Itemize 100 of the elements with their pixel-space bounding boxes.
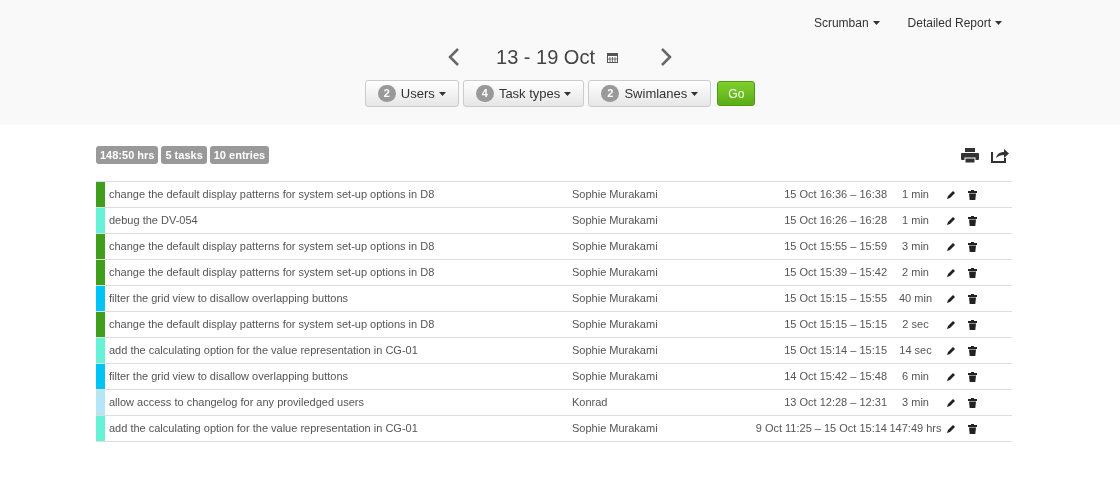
user-name: Sophie Murakami xyxy=(572,291,659,307)
duration: 3 min xyxy=(901,395,930,411)
trash-icon xyxy=(968,423,977,434)
edit-button[interactable] xyxy=(947,424,956,433)
summary-badge: 10 entries xyxy=(209,146,270,164)
caret-icon xyxy=(872,21,880,25)
pencil-icon xyxy=(947,424,956,433)
edit-button[interactable] xyxy=(947,346,956,355)
delete-button[interactable] xyxy=(968,397,977,408)
duration: 14 sec xyxy=(898,343,933,359)
edit-button[interactable] xyxy=(947,242,956,251)
task-name: change the default display patterns for system set-up options in D8 xyxy=(109,317,436,333)
summary-badge: 148:50 hrs xyxy=(96,146,159,164)
task-name: change the default display patterns for system set-up options in D8 xyxy=(109,265,436,281)
caret-icon xyxy=(438,91,446,96)
user-name: Sophie Murakami xyxy=(572,187,659,203)
duration: 40 min xyxy=(898,291,933,307)
time-range: 13 Oct 12:28 – 12:31 xyxy=(783,395,887,411)
print-button[interactable] xyxy=(961,147,979,163)
printer-icon xyxy=(961,147,979,163)
menu-dropdown[interactable]: Scrumban xyxy=(813,14,880,32)
caret-icon xyxy=(691,91,699,96)
user-name: Sophie Murakami xyxy=(572,213,659,229)
trash-icon xyxy=(968,293,977,304)
edit-button[interactable] xyxy=(947,294,956,303)
time-range: 15 Oct 15:55 – 15:59 xyxy=(783,239,887,255)
pencil-icon xyxy=(947,190,956,199)
pencil-icon xyxy=(947,398,956,407)
user-name: Sophie Murakami xyxy=(572,369,659,385)
edit-button[interactable] xyxy=(947,190,956,199)
edit-button[interactable] xyxy=(947,320,956,329)
caret-icon xyxy=(995,21,1002,25)
time-range: 15 Oct 16:36 – 16:38 xyxy=(783,187,887,203)
time-range: 15 Oct 16:26 – 16:28 xyxy=(783,213,887,229)
edit-button[interactable] xyxy=(947,216,956,225)
calendar-button[interactable] xyxy=(606,51,618,63)
filter-dropdown[interactable]: 2 Swimlanes xyxy=(588,80,712,107)
user-name: Sophie Murakami xyxy=(572,265,659,281)
share-icon xyxy=(991,147,1010,163)
duration: 2 min xyxy=(901,265,930,281)
trash-icon xyxy=(968,345,977,356)
date-range: 13 - 19 Oct xyxy=(496,45,595,70)
edit-button[interactable] xyxy=(947,268,956,277)
time-range: 15 Oct 15:39 – 15:42 xyxy=(783,265,887,281)
menu-dropdown[interactable]: Detailed Report xyxy=(907,14,1002,32)
task-name: add the calculating option for the value representation in CG-01 xyxy=(109,421,419,437)
task-name: allow access to changelog for any proviledged users xyxy=(109,395,365,411)
duration: 1 min xyxy=(901,213,930,229)
delete-button[interactable] xyxy=(968,241,977,252)
delete-button[interactable] xyxy=(968,423,977,434)
count-badge: 4 xyxy=(475,85,494,102)
trash-icon xyxy=(968,397,977,408)
trash-icon xyxy=(968,319,977,330)
delete-button[interactable] xyxy=(968,319,977,330)
task-name: change the default display patterns for system set-up options in D8 xyxy=(109,239,436,255)
pencil-icon xyxy=(947,268,956,277)
time-range: 14 Oct 15:42 – 15:48 xyxy=(783,369,887,385)
edit-button[interactable] xyxy=(947,372,956,381)
delete-button[interactable] xyxy=(968,267,977,278)
pencil-icon xyxy=(947,294,956,303)
filter-dropdown[interactable]: 2 Users xyxy=(364,80,459,107)
count-badge: 2 xyxy=(377,85,396,102)
chevron-right-icon xyxy=(659,47,672,67)
export-button[interactable] xyxy=(991,147,1010,163)
pencil-icon xyxy=(947,346,956,355)
summary-badge: 5 tasks xyxy=(161,146,207,164)
user-name: Konrad xyxy=(572,395,609,411)
task-name: add the calculating option for the value representation in CG-01 xyxy=(109,343,419,359)
task-name: filter the grid view to disallow overlapping buttons xyxy=(109,369,350,385)
user-name: Sophie Murakami xyxy=(572,317,659,333)
pencil-icon xyxy=(947,216,956,225)
delete-button[interactable] xyxy=(968,371,977,382)
duration: 2 sec xyxy=(901,317,930,333)
delete-button[interactable] xyxy=(968,345,977,356)
time-range: 15 Oct 15:15 – 15:15 xyxy=(783,317,887,333)
duration: 1 min xyxy=(901,187,930,203)
time-range: 15 Oct 15:15 – 15:55 xyxy=(783,291,887,307)
calendar-icon xyxy=(606,51,618,63)
task-name: debug the DV-054 xyxy=(109,213,199,229)
user-name: Sophie Murakami xyxy=(572,239,659,255)
filter-dropdown[interactable]: 4 Task types xyxy=(462,80,585,107)
pencil-icon xyxy=(947,242,956,251)
delete-button[interactable] xyxy=(968,293,977,304)
delete-button[interactable] xyxy=(968,189,977,200)
duration: 3 min xyxy=(901,239,930,255)
trash-icon xyxy=(968,189,977,200)
delete-button[interactable] xyxy=(968,215,977,226)
caret-icon xyxy=(564,91,572,96)
count-badge: 2 xyxy=(601,85,620,102)
trash-icon xyxy=(968,371,977,382)
duration: 147:49 hrs xyxy=(888,421,943,437)
task-name: change the default display patterns for system set-up options in D8 xyxy=(109,187,436,203)
duration: 6 min xyxy=(901,369,930,385)
pencil-icon xyxy=(947,320,956,329)
trash-icon xyxy=(968,241,977,252)
pencil-icon xyxy=(947,372,956,381)
user-name: Sophie Murakami xyxy=(572,343,659,359)
trash-icon xyxy=(968,215,977,226)
user-name: Sophie Murakami xyxy=(572,421,659,437)
edit-button[interactable] xyxy=(947,398,956,407)
